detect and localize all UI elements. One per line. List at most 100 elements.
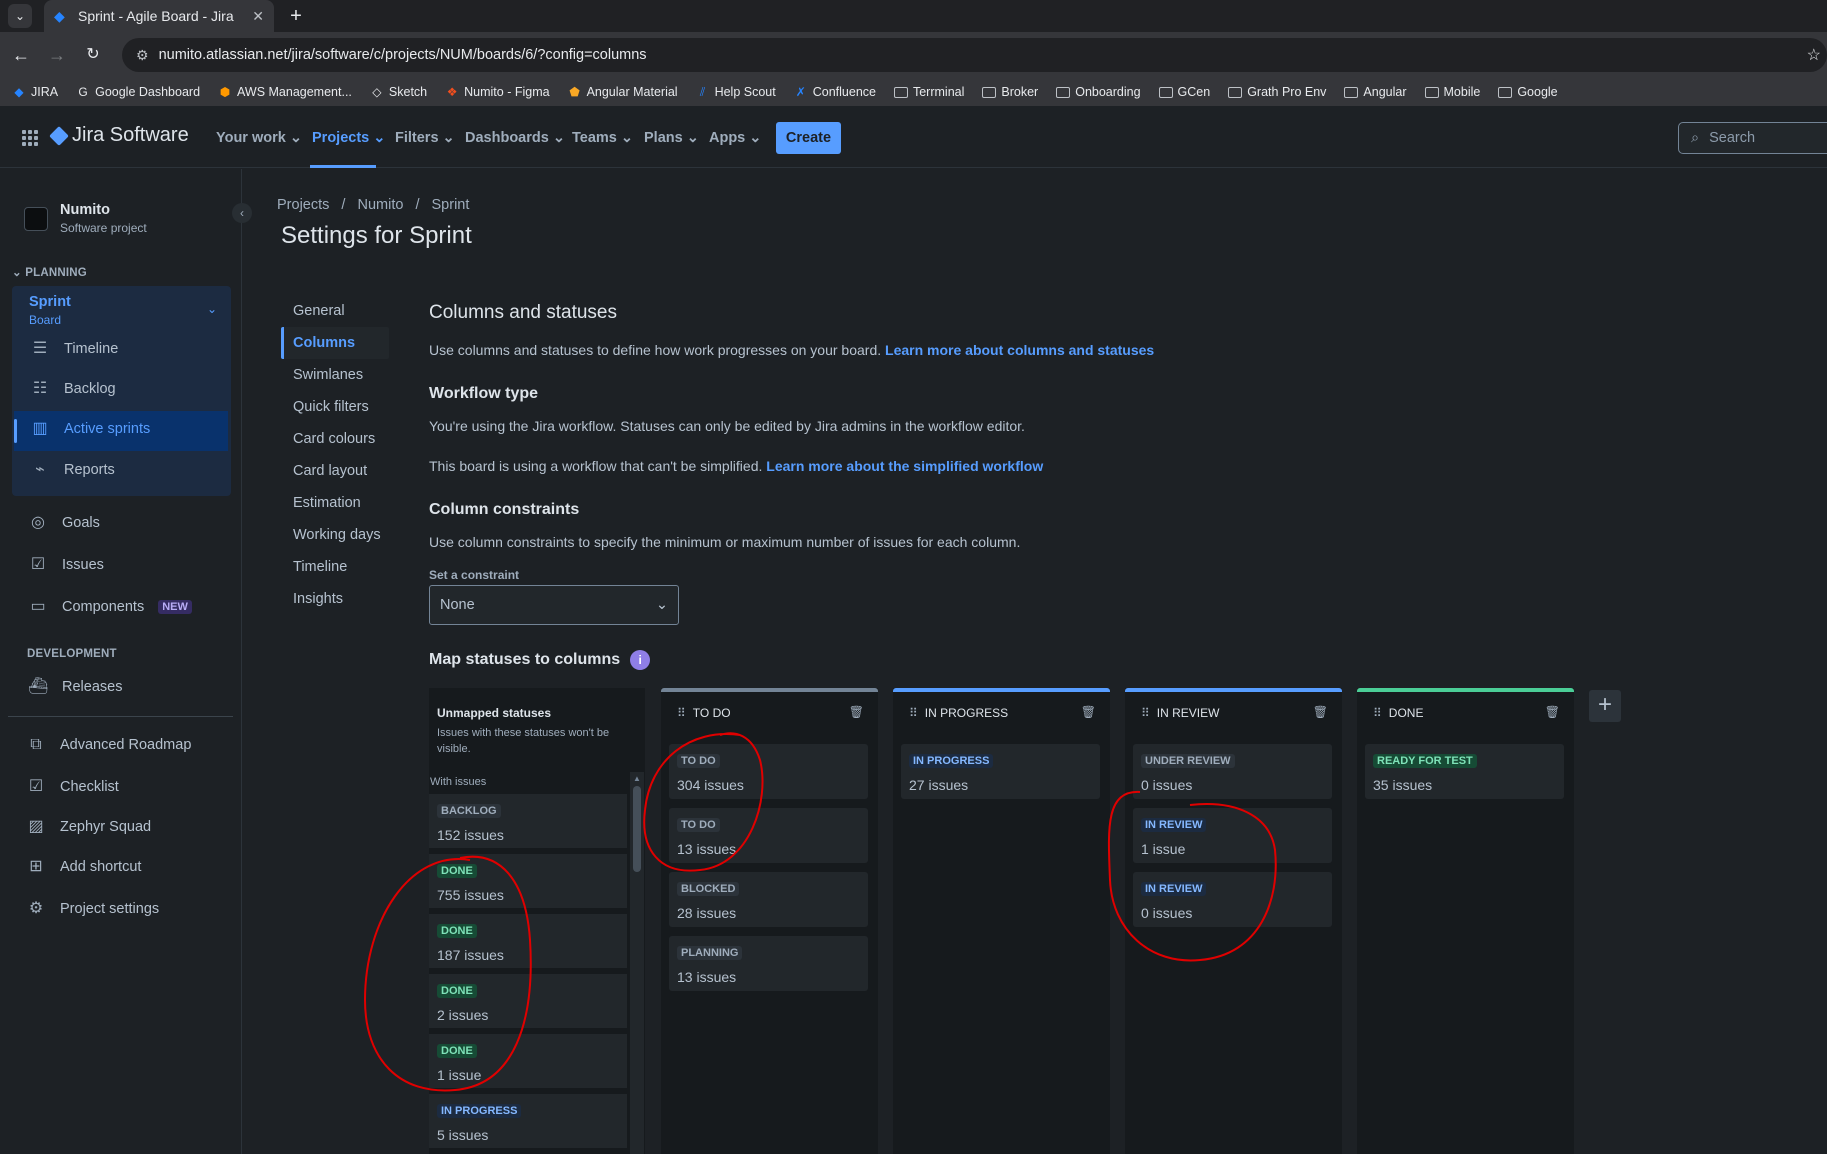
bookmark-item[interactable]: ◆ JIRA bbox=[12, 85, 58, 99]
info-icon[interactable]: i bbox=[630, 650, 651, 670]
column-header[interactable]: ⠿ IN REVIEW bbox=[1141, 706, 1219, 720]
bookmark-folder[interactable]: Angular bbox=[1344, 85, 1407, 99]
settings-nav-card-colours[interactable]: Card colours bbox=[281, 423, 389, 455]
status-card[interactable]: IN PROGRESS 27 issues bbox=[901, 744, 1100, 799]
sprint-board-title[interactable]: Sprint bbox=[29, 294, 71, 310]
status-card[interactable]: UNDER REVIEW 0 issues bbox=[1133, 744, 1332, 799]
constraint-select[interactable]: None ⌄ bbox=[429, 585, 679, 625]
reload-icon[interactable]: ↻ bbox=[82, 44, 104, 66]
bookmark-folder[interactable]: Mobile bbox=[1424, 85, 1480, 99]
nav-projects[interactable]: Projects ⌄ bbox=[312, 130, 385, 146]
nav-dashboards[interactable]: Dashboards ⌄ bbox=[465, 130, 565, 146]
sidebar-item-add-shortcut[interactable]: ⊞ Add shortcut bbox=[26, 857, 141, 877]
status-card[interactable]: BLOCKED 28 issues bbox=[669, 872, 868, 927]
jira-logo[interactable]: Jira Software bbox=[49, 124, 189, 147]
column-header[interactable]: ⠿ DONE bbox=[1373, 706, 1423, 720]
scrollbar-thumb[interactable] bbox=[633, 786, 641, 872]
sidebar-item-project-settings[interactable]: ⚙ Project settings bbox=[26, 899, 159, 919]
settings-nav-working-days[interactable]: Working days bbox=[281, 519, 389, 551]
status-card[interactable]: IN REVIEW 1 issue bbox=[1133, 808, 1332, 863]
settings-nav-general[interactable]: General bbox=[281, 295, 389, 327]
settings-nav-quick-filters[interactable]: Quick filters bbox=[281, 391, 389, 423]
columns-learn-more-link[interactable]: Learn more about columns and statuses bbox=[885, 342, 1154, 358]
breadcrumb-numito[interactable]: Numito bbox=[357, 197, 403, 213]
sidebar-item-goals[interactable]: ◎ Goals bbox=[28, 513, 100, 533]
unmapped-status-card[interactable]: DONE 187 issues bbox=[429, 914, 627, 970]
bookmark-item[interactable]: ⬟ Angular Material bbox=[568, 85, 677, 99]
settings-nav-estimation[interactable]: Estimation bbox=[281, 487, 389, 519]
bookmark-folder[interactable]: Grath Pro Env bbox=[1228, 85, 1326, 99]
back-icon[interactable]: ← bbox=[10, 44, 32, 66]
unmapped-status-card[interactable]: BACKLOG 152 issues bbox=[429, 794, 627, 850]
bookmark-item[interactable]: ❖ Numito - Figma bbox=[445, 85, 550, 99]
unmapped-status-card[interactable]: DONE 1 issue bbox=[429, 1034, 627, 1090]
close-tab-icon[interactable]: ✕ bbox=[252, 8, 264, 25]
unmapped-status-card[interactable]: DONE 755 issues bbox=[429, 854, 627, 910]
settings-nav-columns[interactable]: Columns bbox=[281, 327, 389, 359]
settings-nav-insights[interactable]: Insights bbox=[281, 583, 389, 615]
breadcrumb-sprint[interactable]: Sprint bbox=[432, 197, 470, 213]
column-header[interactable]: ⠿ IN PROGRESS bbox=[909, 706, 1008, 720]
settings-nav-timeline[interactable]: Timeline bbox=[281, 551, 389, 583]
bookmark-item[interactable]: ◇ Sketch bbox=[370, 85, 427, 99]
sidebar-item-timeline[interactable]: ☰ Timeline bbox=[30, 339, 118, 359]
drag-handle-icon[interactable]: ⠿ bbox=[1373, 706, 1382, 720]
create-button[interactable]: Create bbox=[776, 122, 841, 154]
status-card[interactable]: PLANNING 13 issues bbox=[669, 936, 868, 991]
bookmark-folder[interactable]: GCen bbox=[1158, 85, 1210, 99]
browser-tab[interactable]: ◆ Sprint - Agile Board - Jira ✕ bbox=[44, 0, 274, 32]
address-bar[interactable]: ⚙ numito.atlassian.net/jira/software/c/p… bbox=[122, 38, 1827, 72]
tab-list-button[interactable]: ⌄ bbox=[8, 4, 32, 28]
bookmark-folder[interactable]: Broker bbox=[982, 85, 1038, 99]
simplified-workflow-link[interactable]: Learn more about the simplified workflow bbox=[766, 458, 1043, 474]
collapse-sidebar-button[interactable]: ‹ bbox=[232, 203, 252, 223]
scrollbar[interactable]: ▲ bbox=[630, 772, 644, 1154]
unmapped-status-card[interactable]: DONE 2 issues bbox=[429, 974, 627, 1030]
chevron-down-icon[interactable]: ⌄ bbox=[207, 302, 217, 316]
add-column-button[interactable]: + bbox=[1589, 690, 1621, 722]
sidebar-item-components[interactable]: ▭ Components NEW bbox=[28, 597, 192, 617]
status-card[interactable]: TO DO 304 issues bbox=[669, 744, 868, 799]
search-input[interactable]: ⌕ Search bbox=[1678, 122, 1827, 154]
drag-handle-icon[interactable]: ⠿ bbox=[677, 706, 686, 720]
sidebar-item-reports[interactable]: ⌁ Reports bbox=[30, 460, 115, 480]
bookmark-item[interactable]: ⫽ Help Scout bbox=[696, 85, 776, 100]
new-tab-button[interactable]: + bbox=[284, 4, 308, 28]
status-card[interactable]: IN REVIEW 0 issues bbox=[1133, 872, 1332, 927]
bookmark-star-icon[interactable]: ☆ bbox=[1807, 45, 1821, 65]
sidebar-item-backlog[interactable]: ☷ Backlog bbox=[30, 379, 116, 399]
nav-plans[interactable]: Plans ⌄ bbox=[644, 130, 699, 146]
site-settings-icon[interactable]: ⚙ bbox=[136, 47, 149, 64]
nav-your-work[interactable]: Your work ⌄ bbox=[216, 130, 302, 146]
bookmark-item[interactable]: ⬢ AWS Management... bbox=[218, 85, 352, 99]
sidebar-item-checklist[interactable]: ☑ Checklist bbox=[26, 777, 119, 797]
breadcrumb-projects[interactable]: Projects bbox=[277, 197, 329, 213]
scroll-up-icon[interactable]: ▲ bbox=[633, 774, 641, 783]
column-header[interactable]: ⠿ TO DO bbox=[677, 706, 731, 720]
project-header[interactable]: Numito Software project bbox=[24, 202, 147, 235]
delete-column-icon[interactable]: 🗑 bbox=[1545, 705, 1560, 719]
sidebar-item-releases[interactable]: ⛴ Releases bbox=[28, 677, 122, 697]
nav-filters[interactable]: Filters ⌄ bbox=[395, 130, 455, 146]
delete-column-icon[interactable]: 🗑 bbox=[849, 705, 864, 719]
settings-nav-card-layout[interactable]: Card layout bbox=[281, 455, 389, 487]
bookmark-folder[interactable]: Google bbox=[1498, 85, 1558, 99]
nav-apps[interactable]: Apps ⌄ bbox=[709, 130, 761, 146]
settings-nav-swimlanes[interactable]: Swimlanes bbox=[281, 359, 389, 391]
nav-teams[interactable]: Teams ⌄ bbox=[572, 130, 633, 146]
app-switcher-icon[interactable] bbox=[22, 130, 38, 146]
bookmark-folder[interactable]: Terrminal bbox=[893, 85, 964, 99]
drag-handle-icon[interactable]: ⠿ bbox=[1141, 706, 1150, 720]
unmapped-status-card[interactable]: IN PROGRESS 5 issues bbox=[429, 1094, 627, 1150]
forward-icon[interactable]: → bbox=[46, 44, 68, 66]
sidebar-item-zephyr-squad[interactable]: ▨ Zephyr Squad bbox=[26, 817, 151, 837]
bookmark-folder[interactable]: Onboarding bbox=[1056, 85, 1141, 99]
sidebar-item-active-sprints[interactable]: ▥ Active sprints bbox=[30, 419, 150, 439]
bookmark-item[interactable]: ✗ Confluence bbox=[794, 85, 876, 99]
sidebar-item-advanced-roadmap[interactable]: ⧉ Advanced Roadmap bbox=[26, 735, 191, 755]
sidebar-item-issues[interactable]: ☑ Issues bbox=[28, 555, 104, 575]
status-card[interactable]: READY FOR TEST 35 issues bbox=[1365, 744, 1564, 799]
bookmark-item[interactable]: G Google Dashboard bbox=[76, 85, 200, 99]
delete-column-icon[interactable]: 🗑 bbox=[1313, 705, 1328, 719]
delete-column-icon[interactable]: 🗑 bbox=[1081, 705, 1096, 719]
